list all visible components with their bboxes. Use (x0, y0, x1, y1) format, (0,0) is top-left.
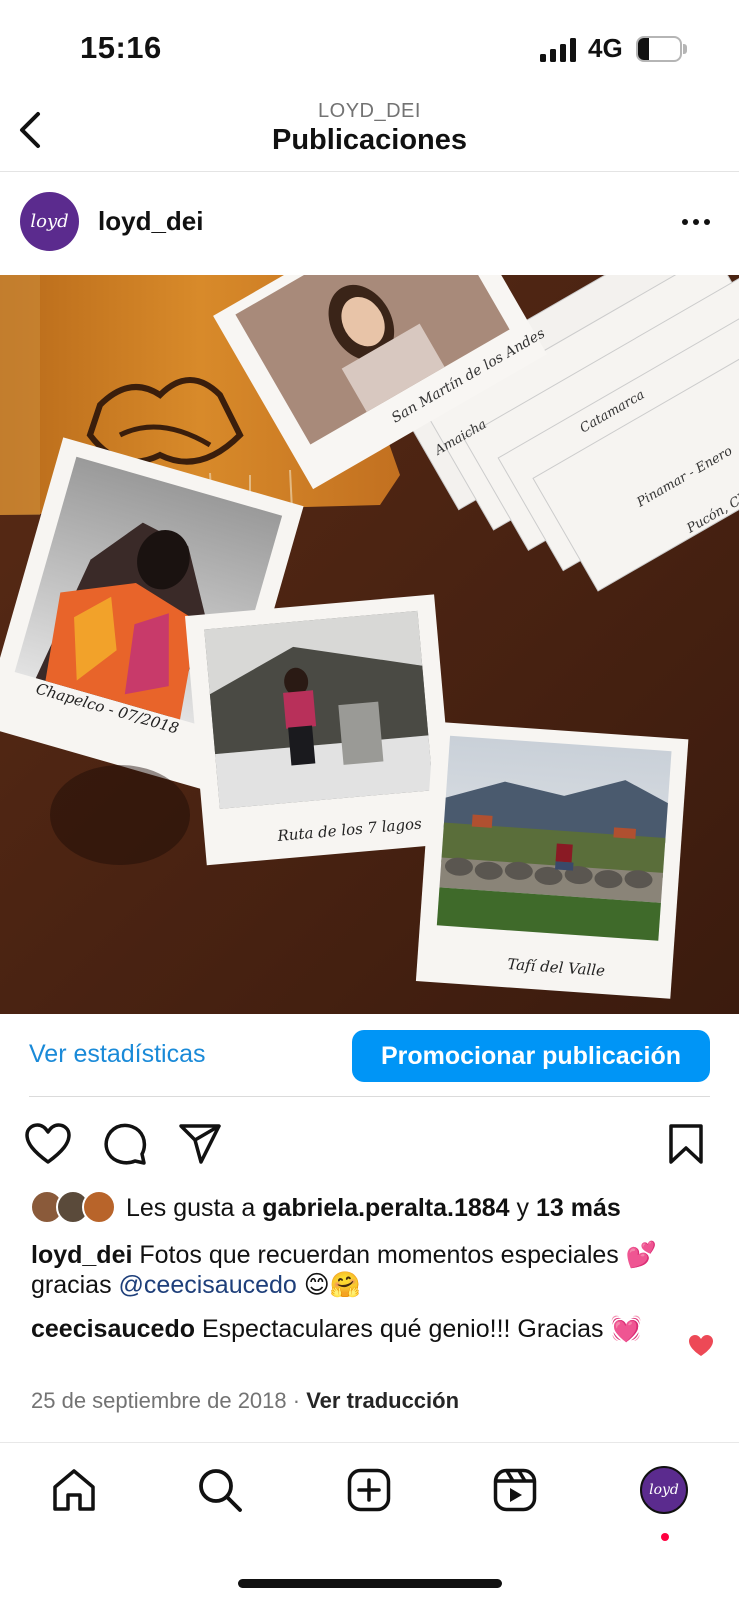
see-translation-link[interactable]: Ver traducción (306, 1388, 459, 1413)
network-type: 4G (588, 33, 623, 63)
save-button[interactable] (662, 1120, 710, 1168)
post-username[interactable]: loyd_dei (98, 206, 203, 237)
post-header: loyd loyd_dei (0, 172, 739, 274)
comment-text: Espectaculares qué genio!!! Gracias 💓 (195, 1315, 642, 1343)
comment-like-heart-icon[interactable] (688, 1334, 714, 1358)
likes-row[interactable]: Les gusta a gabriela.peralta.1884 y 13 m… (30, 1186, 720, 1230)
post-actions (0, 1116, 739, 1172)
bookmark-icon (669, 1124, 703, 1164)
likes-user[interactable]: gabriela.peralta.1884 (262, 1194, 509, 1222)
likes-text: Les gusta a gabriela.peralta.1884 y 13 m… (126, 1194, 621, 1223)
divider (29, 1096, 710, 1097)
home-icon (53, 1469, 95, 1511)
plus-square-icon (347, 1468, 391, 1512)
likes-others[interactable]: 13 más (536, 1194, 621, 1222)
tab-create[interactable] (344, 1465, 394, 1515)
page-subtitle: LOYD_DEI (318, 100, 421, 122)
tab-home[interactable] (49, 1465, 99, 1515)
comment-username[interactable]: ceecisaucedo (31, 1315, 195, 1343)
like-button[interactable] (24, 1120, 72, 1168)
caption-username[interactable]: loyd_dei (31, 1241, 132, 1269)
caption-emojis: 😊🤗 (296, 1271, 361, 1299)
post-caption: loyd_dei Fotos que recuerdan momentos es… (31, 1240, 681, 1300)
paper-plane-icon (179, 1124, 221, 1164)
view-insights-link[interactable]: Ver estadísticas (29, 1040, 205, 1069)
promote-post-button[interactable]: Promocionar publicación (352, 1030, 710, 1082)
more-horizontal-icon (682, 219, 688, 225)
meta-separator: · (286, 1388, 307, 1413)
post-photo: San Martín de los Andes Amaicha Catamarc… (0, 275, 739, 1014)
bottom-tab-bar: loyd (0, 1442, 739, 1600)
profile-avatar: loyd (640, 1466, 688, 1514)
page-title: Publicaciones (271, 124, 467, 156)
battery-level: 27 (648, 38, 670, 58)
stats-row: Ver estadísticas Promocionar publicación (0, 1014, 739, 1098)
status-time: 15:16 (80, 30, 162, 65)
battery-icon: 27 (636, 36, 687, 62)
tab-profile[interactable]: loyd (639, 1465, 689, 1515)
comment-button[interactable] (101, 1120, 149, 1168)
post-image[interactable]: San Martín de los Andes Amaicha Catamarc… (0, 275, 739, 1014)
search-icon (199, 1469, 242, 1512)
liker-avatar (82, 1190, 116, 1224)
more-options-button[interactable] (676, 208, 716, 236)
status-bar: 15:16 4G 27 (0, 0, 739, 96)
caption-mention[interactable]: @ceecisaucedo (119, 1271, 297, 1299)
avatar[interactable]: loyd (20, 192, 79, 251)
reels-icon (493, 1468, 537, 1512)
notification-dot (661, 1533, 669, 1541)
likes-connector: y (509, 1194, 536, 1222)
avatar-logo-text: loyd (30, 211, 69, 232)
share-button[interactable] (176, 1120, 224, 1168)
heart-outline-icon (25, 1123, 71, 1164)
comment-bubble-icon (104, 1123, 147, 1165)
nav-header: LOYD_DEI Publicaciones (0, 96, 739, 172)
likes-prefix: Les gusta a (126, 1194, 263, 1222)
post-date: 25 de septiembre de 2018 (31, 1388, 287, 1413)
tab-reels[interactable] (490, 1465, 540, 1515)
signal-strength-icon (540, 38, 576, 62)
tab-search[interactable] (195, 1465, 245, 1515)
post-meta: 25 de septiembre de 2018 · Ver traducció… (31, 1388, 459, 1414)
comment: ceecisaucedo Espectaculares qué genio!!!… (31, 1314, 681, 1344)
profile-avatar-logo-text: loyd (649, 1482, 679, 1498)
home-indicator (238, 1579, 502, 1588)
